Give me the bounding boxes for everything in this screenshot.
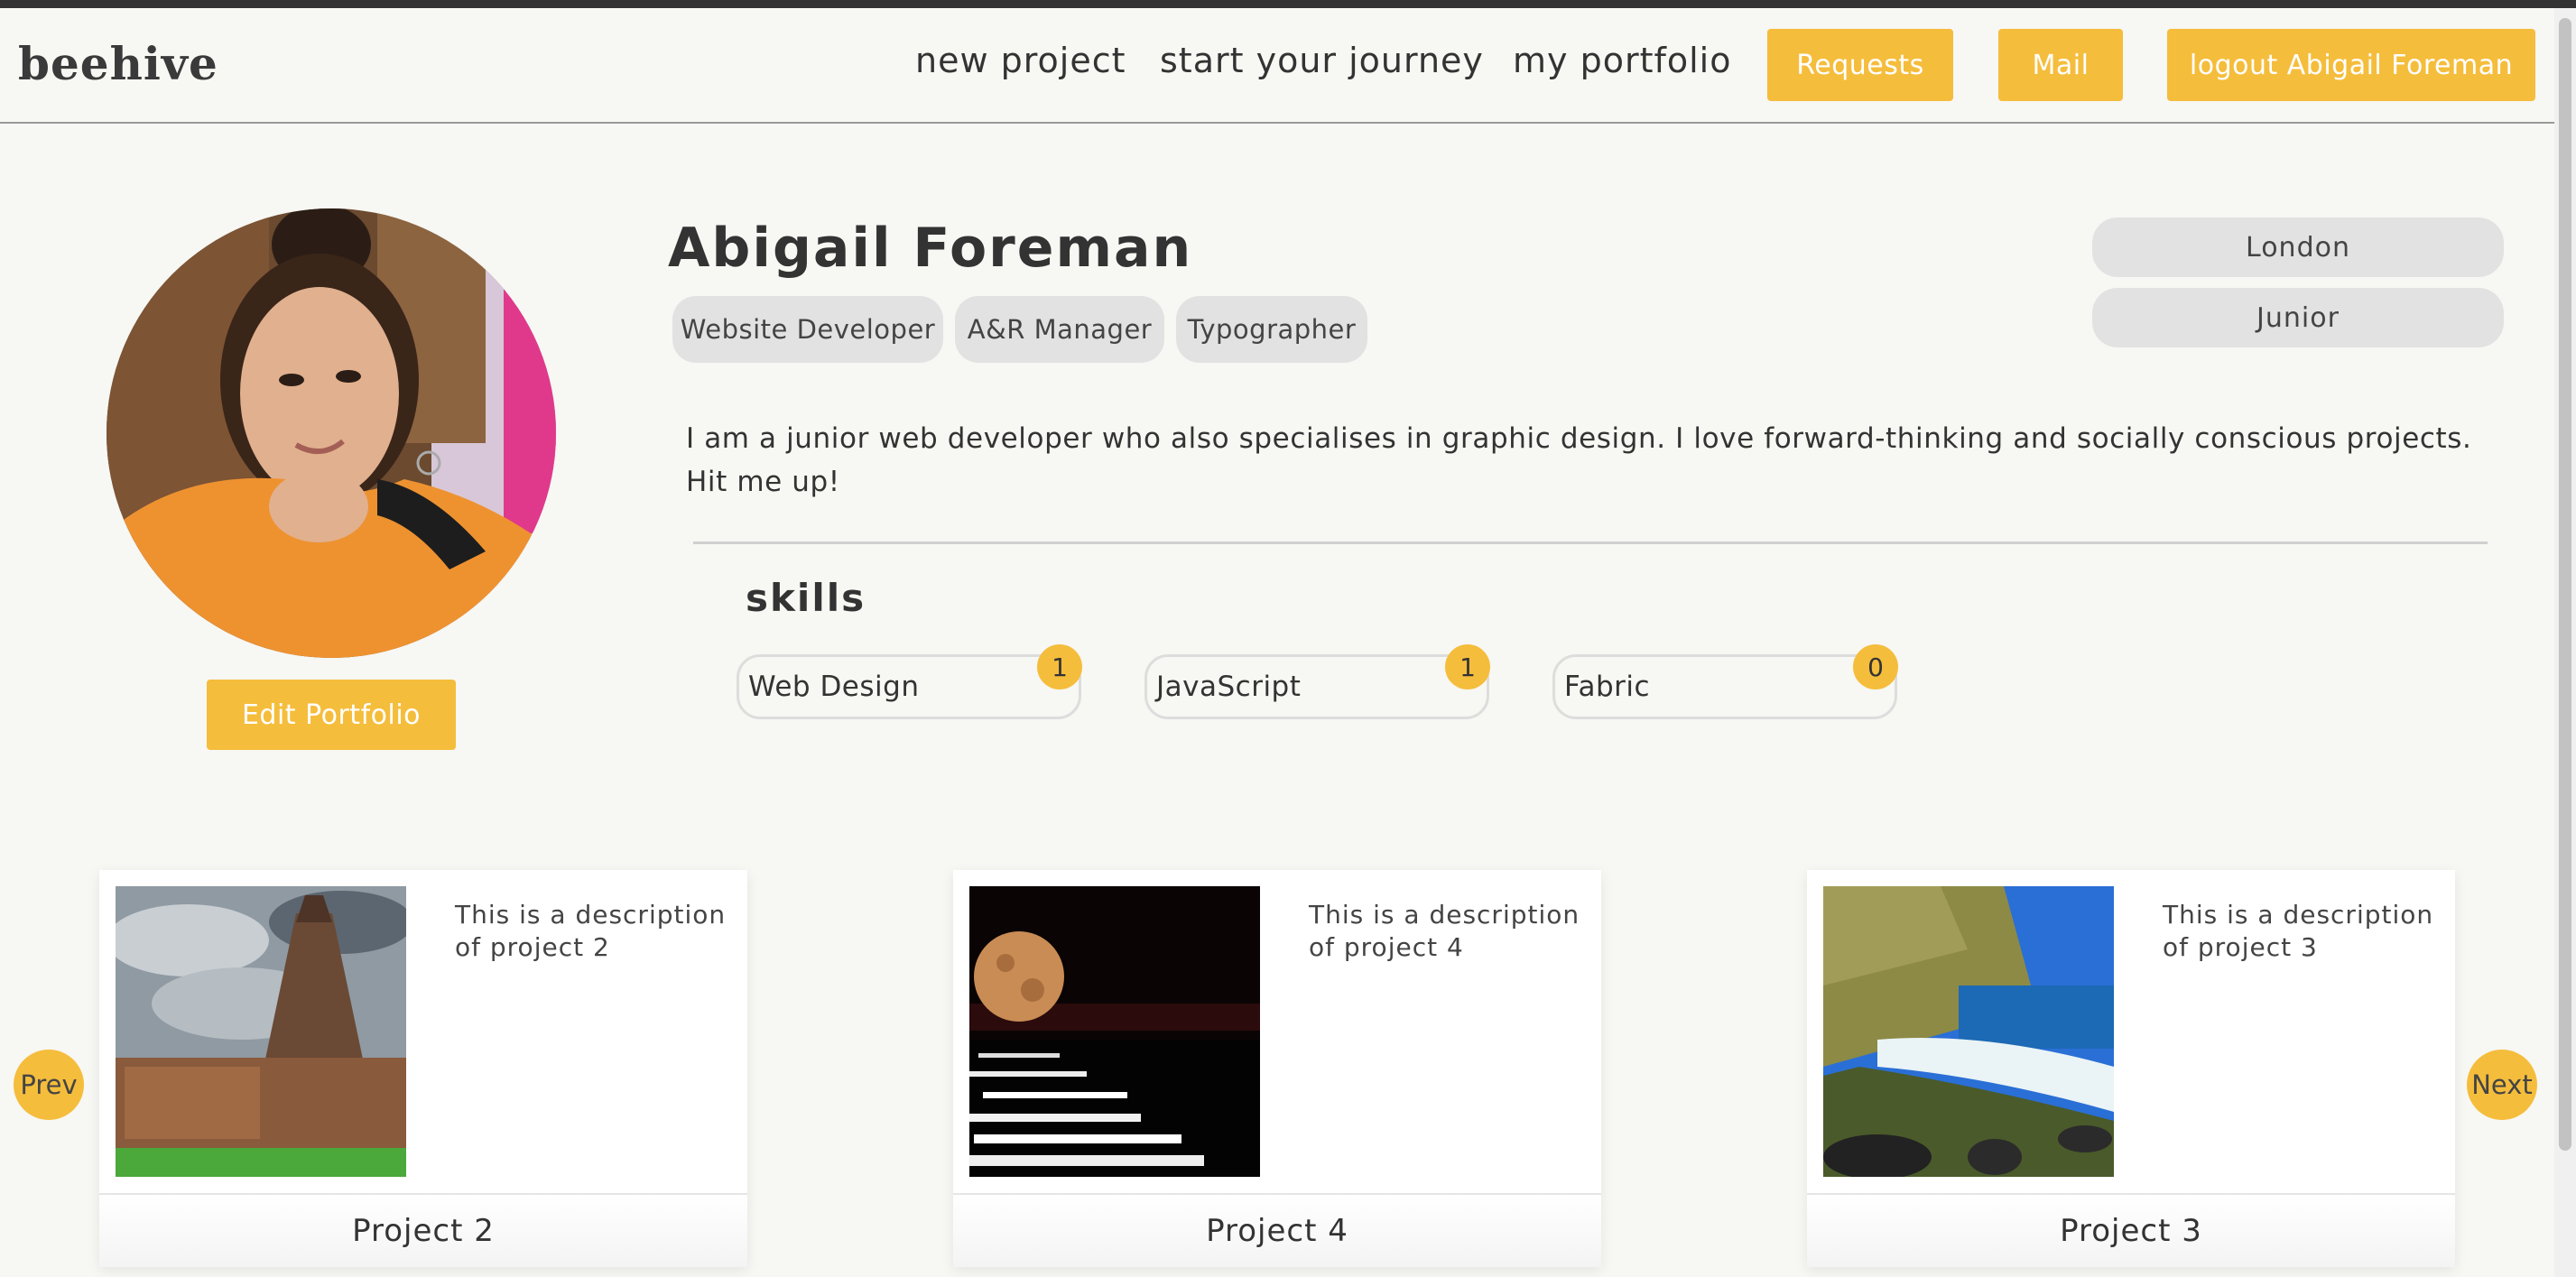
skill-pill: Fabric	[1552, 654, 1897, 719]
location-pill: London	[2092, 217, 2504, 277]
skill-pill: Web Design	[737, 654, 1081, 719]
temple-photo	[116, 886, 406, 1177]
role-tag: Typographer	[1176, 296, 1367, 363]
requests-button[interactable]: Requests	[1767, 29, 1953, 101]
next-button[interactable]: Next	[2467, 1050, 2537, 1120]
skill-count-badge: 1	[1037, 644, 1082, 689]
project-card[interactable]: This is a description of project 3 Proje…	[1807, 870, 2455, 1267]
skill-count-badge: 0	[1853, 644, 1898, 689]
project-title[interactable]: Project 3	[1807, 1193, 2455, 1267]
role-tag: Website Developer	[672, 296, 943, 363]
top-border	[0, 0, 2576, 8]
nav-link-start-journey[interactable]: start your journey	[1160, 41, 1484, 80]
project-description: This is a description of project 2	[455, 900, 727, 962]
role-tag: A&R Manager	[955, 296, 1164, 363]
level-pill: Junior	[2092, 288, 2504, 347]
avatar	[107, 208, 556, 658]
logout-button[interactable]: logout Abigail Foreman	[2167, 29, 2535, 101]
project-description: This is a description of project 3	[2163, 900, 2434, 962]
project-description: This is a description of project 4	[1309, 900, 1580, 962]
profile-name: Abigail Foreman	[668, 217, 1193, 280]
skill-pill: JavaScript	[1144, 654, 1489, 719]
beach-cliff-photo	[1823, 886, 2114, 1177]
bio-text: I am a junior web developer who also spe…	[686, 422, 2472, 498]
skill-count-badge: 1	[1445, 644, 1490, 689]
avatar-photo	[107, 208, 556, 658]
project-title[interactable]: Project 2	[99, 1193, 747, 1267]
navbar: beehive new project start your journey m…	[0, 8, 2554, 124]
project-title[interactable]: Project 4	[953, 1193, 1601, 1267]
prev-button[interactable]: Prev	[14, 1050, 84, 1120]
divider	[693, 541, 2488, 544]
logo[interactable]: beehive	[18, 37, 218, 90]
project-image	[116, 886, 406, 1177]
moon-over-sea-photo	[969, 886, 1260, 1177]
project-card[interactable]: This is a description of project 4 Proje…	[953, 870, 1601, 1267]
project-card[interactable]: This is a description of project 2 Proje…	[99, 870, 747, 1267]
mail-button[interactable]: Mail	[1998, 29, 2123, 101]
project-image	[969, 886, 1260, 1177]
nav-link-new-project[interactable]: new project	[915, 41, 1126, 80]
skills-heading: skills	[746, 576, 866, 620]
scrollbar-thumb[interactable]	[2559, 18, 2571, 1151]
edit-portfolio-button[interactable]: Edit Portfolio	[207, 680, 456, 750]
nav-link-my-portfolio[interactable]: my portfolio	[1513, 41, 1731, 80]
project-image	[1823, 886, 2114, 1177]
